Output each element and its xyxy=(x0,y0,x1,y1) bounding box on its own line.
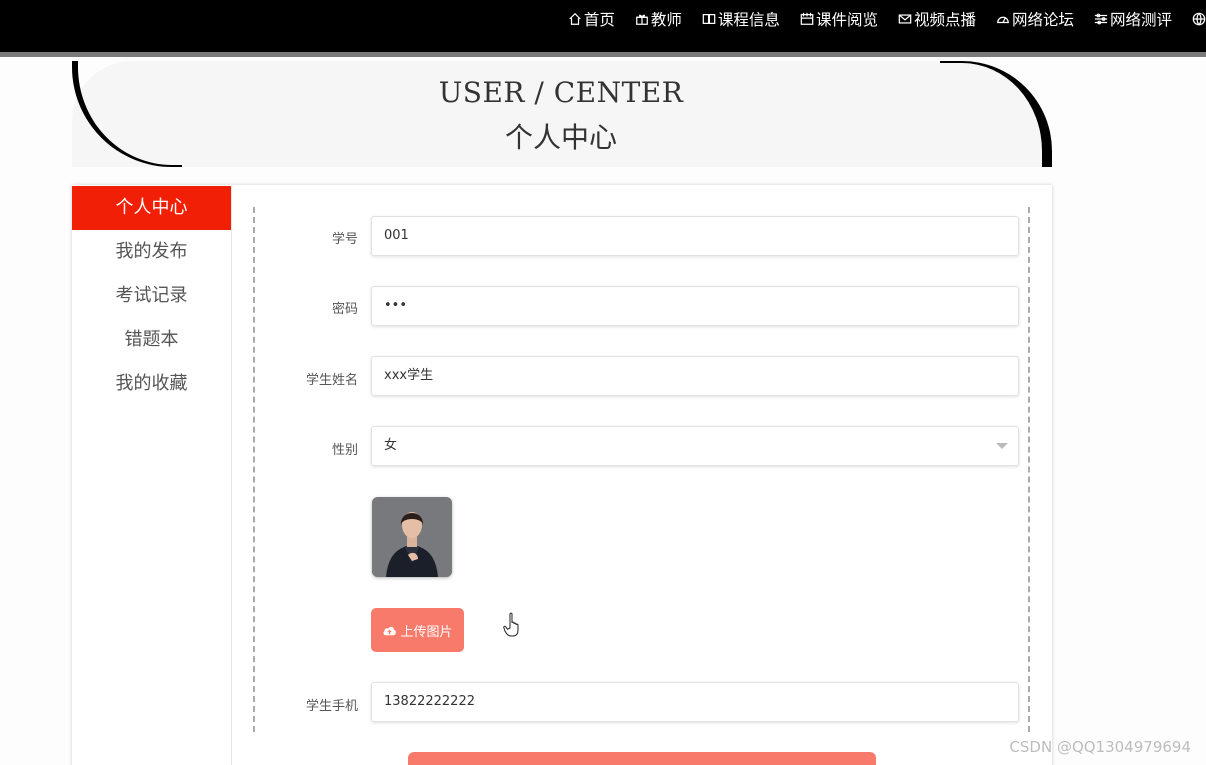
main-nav: 首页 教师 课程信息 课件阅览 视频点播 网络论坛 网络测评 xyxy=(568,8,1206,30)
phone-input[interactable]: 13822222222 xyxy=(371,682,1019,722)
form-border-left xyxy=(253,207,255,732)
student-name-label: 学生姓名 xyxy=(305,373,358,388)
nav-item-assessment[interactable]: 网络测评 xyxy=(1094,8,1172,30)
gift-icon xyxy=(636,14,648,25)
banner-title-en: USER / CENTER xyxy=(438,76,684,109)
dashboard-icon xyxy=(997,16,1009,24)
student-name-input[interactable]: xxx学生 xyxy=(371,356,1019,396)
gender-select[interactable]: 女 xyxy=(371,426,1019,466)
banner-title-cn: 个人中心 xyxy=(504,121,617,154)
nav-item-label: 网络测评 xyxy=(1109,11,1172,29)
nav-item-forum[interactable]: 网络论坛 xyxy=(996,8,1074,30)
phone-label: 学生手机 xyxy=(305,699,358,714)
book-open-icon xyxy=(702,14,716,24)
nav-item-more[interactable] xyxy=(1192,12,1206,26)
upload-image-button[interactable]: 上传图片 xyxy=(371,608,464,652)
hand-cursor-icon xyxy=(503,612,519,637)
nav-item-home[interactable]: 首页 xyxy=(568,8,615,30)
nav-item-label: 课件阅览 xyxy=(815,11,878,29)
nav-item-courseware[interactable]: 课件阅览 xyxy=(800,8,878,30)
home-icon xyxy=(569,12,581,25)
avatar-photo xyxy=(372,497,452,577)
cloud-upload-icon xyxy=(383,626,397,635)
form-border-right xyxy=(1028,207,1030,732)
password-input[interactable]: ••• xyxy=(371,286,1019,326)
nav-item-label: 课程信息 xyxy=(717,11,780,29)
top-nav-divider xyxy=(0,52,1206,57)
sidebar-item-exam-records[interactable]: 考试记录 xyxy=(72,274,231,318)
nav-item-label: 教师 xyxy=(650,11,682,29)
sidebar-item-favorites[interactable]: 我的收藏 xyxy=(72,362,231,406)
password-label: 密码 xyxy=(331,302,358,317)
submit-button[interactable] xyxy=(408,752,876,765)
nav-item-video[interactable]: 视频点播 xyxy=(898,8,976,30)
user-sidebar: 个人中心 我的发布 考试记录 错题本 我的收藏 xyxy=(72,186,232,765)
gender-selected-value: 女 xyxy=(384,438,398,453)
sidebar-item-my-posts[interactable]: 我的发布 xyxy=(72,230,231,274)
sidebar-item-profile[interactable]: 个人中心 xyxy=(72,186,231,230)
mail-icon xyxy=(898,14,912,24)
student-id-label: 学号 xyxy=(331,232,358,247)
student-id-input[interactable]: 001 xyxy=(371,216,1019,256)
chevron-down-icon xyxy=(996,443,1008,449)
calendar-icon xyxy=(800,12,814,25)
avatar xyxy=(372,497,452,577)
nav-item-label: 网络论坛 xyxy=(1011,11,1074,29)
globe-icon xyxy=(1192,12,1206,26)
nav-item-course-info[interactable]: 课程信息 xyxy=(702,8,780,30)
gender-label: 性别 xyxy=(331,443,358,458)
sliders-icon xyxy=(1094,13,1108,25)
nav-item-label: 视频点播 xyxy=(913,11,976,29)
upload-image-label: 上传图片 xyxy=(400,624,453,640)
watermark: CSDN @QQ1304979694 xyxy=(1009,738,1191,756)
nav-item-label: 首页 xyxy=(583,11,615,29)
nav-item-teacher[interactable]: 教师 xyxy=(635,8,682,30)
sidebar-item-wrong-questions[interactable]: 错题本 xyxy=(72,318,231,362)
